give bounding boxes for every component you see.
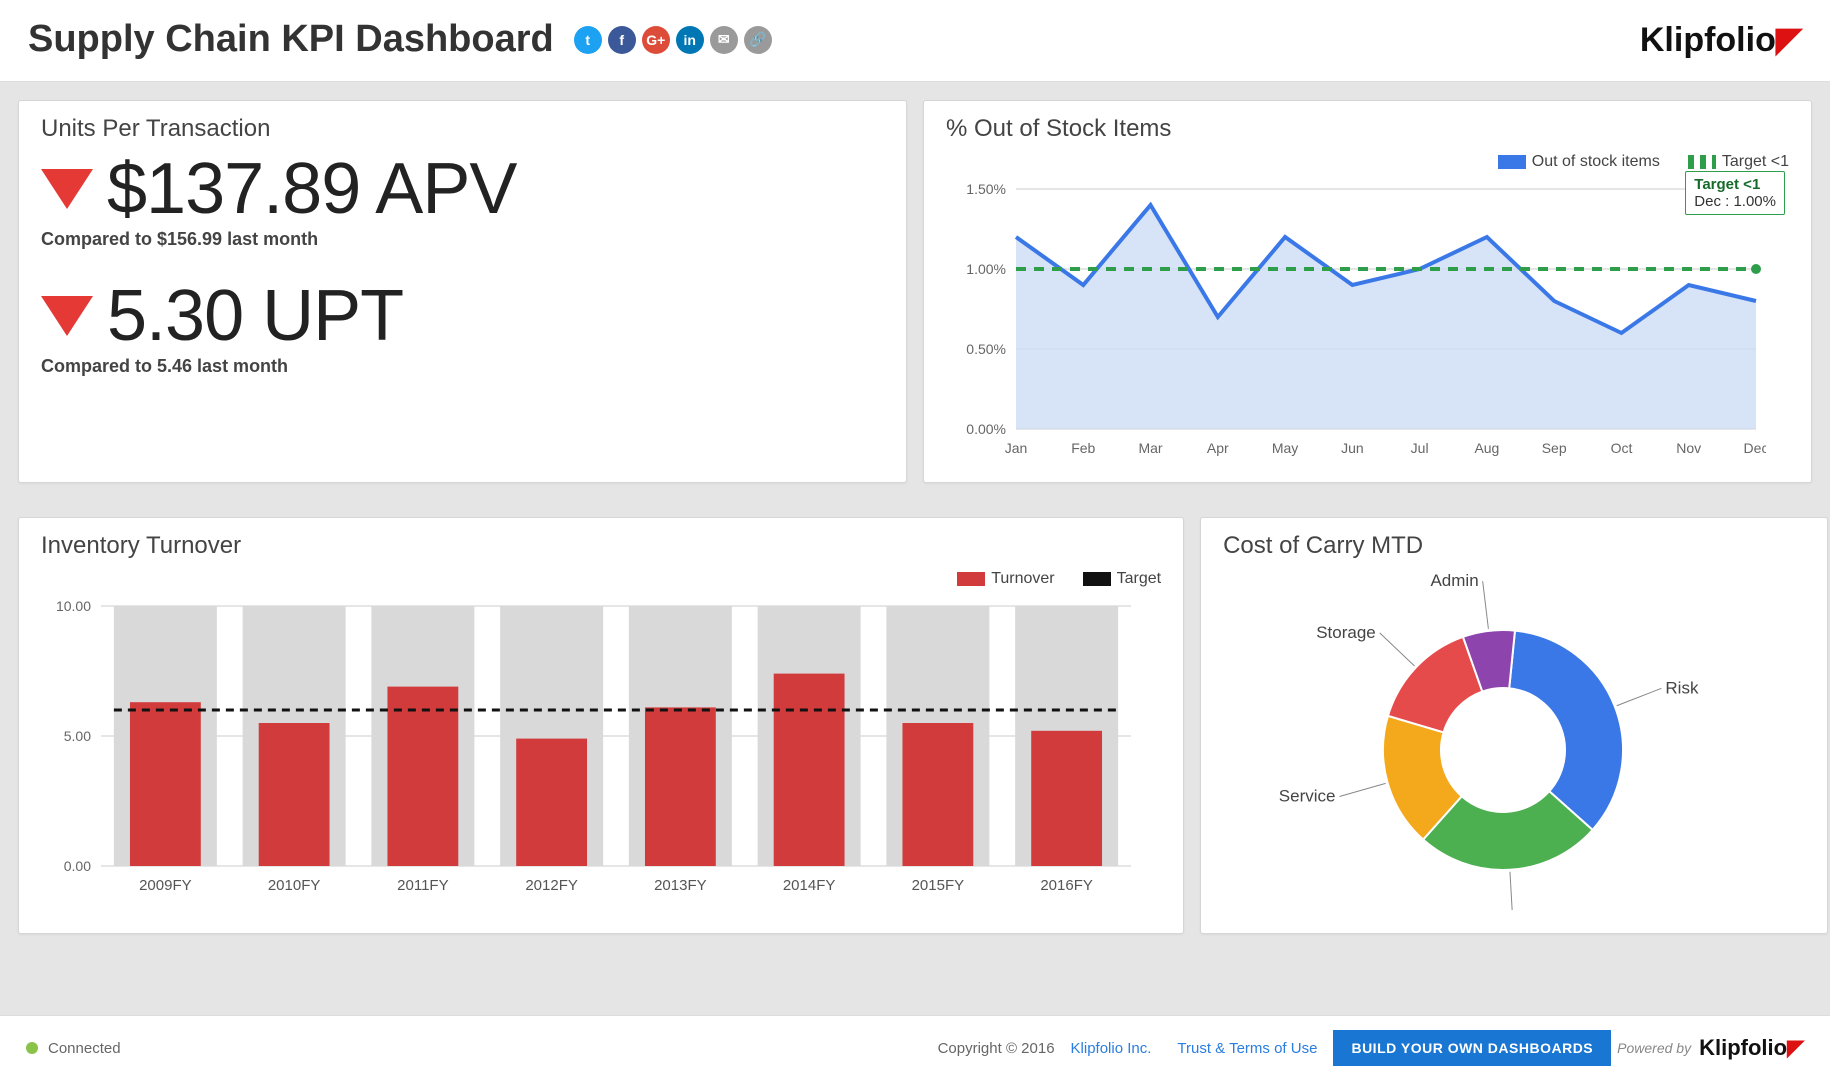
svg-text:Sep: Sep bbox=[1542, 440, 1567, 456]
svg-text:Oct: Oct bbox=[1611, 440, 1633, 456]
card-title: Inventory Turnover bbox=[41, 532, 1161, 560]
svg-text:0.00: 0.00 bbox=[64, 858, 91, 874]
out-of-stock-chart[interactable]: 0.00% 0.50% 1.00% 1.50% Jan Feb Mar Apr May Jun Ju… bbox=[946, 179, 1766, 459]
svg-text:2014FY: 2014FY bbox=[783, 877, 836, 894]
svg-text:1.00%: 1.00% bbox=[966, 261, 1006, 277]
legend-series: Turnover bbox=[991, 570, 1054, 587]
upt-value: 5.30 UPT bbox=[107, 280, 403, 352]
svg-text:2011FY: 2011FY bbox=[397, 877, 448, 894]
svg-text:Dec: Dec bbox=[1744, 440, 1766, 456]
cost-of-carry-chart[interactable]: RiskFreightServiceStorageAdmin bbox=[1223, 570, 1783, 910]
email-icon[interactable]: ✉ bbox=[710, 26, 738, 54]
link-icon[interactable]: 🔗 bbox=[744, 26, 772, 54]
upt-compare: Compared to 5.46 last month bbox=[41, 356, 884, 377]
card-cost-of-carry: Cost of Carry MTD RiskFreightServiceStor… bbox=[1200, 517, 1828, 934]
card-title: Cost of Carry MTD bbox=[1223, 532, 1805, 560]
svg-text:Storage: Storage bbox=[1316, 623, 1376, 642]
status-dot-icon bbox=[26, 1042, 38, 1054]
powered-by: Powered by bbox=[1617, 1040, 1691, 1056]
card-out-of-stock: % Out of Stock Items Out of stock items … bbox=[923, 100, 1812, 483]
svg-text:Jul: Jul bbox=[1411, 440, 1429, 456]
twitter-icon[interactable]: t bbox=[574, 26, 602, 54]
svg-text:5.00: 5.00 bbox=[64, 728, 91, 744]
connection-status: Connected bbox=[26, 1040, 121, 1057]
brand-logo-small: Klipfolio◤ bbox=[1699, 1035, 1804, 1061]
svg-text:Service: Service bbox=[1279, 786, 1336, 805]
svg-text:Feb: Feb bbox=[1071, 440, 1095, 456]
page-title: Supply Chain KPI Dashboard bbox=[28, 18, 554, 61]
build-dashboards-button[interactable]: BUILD YOUR OWN DASHBOARDS bbox=[1333, 1030, 1611, 1066]
social-share: t f G+ in ✉ 🔗 bbox=[574, 26, 772, 54]
legend-target: Target bbox=[1117, 570, 1161, 587]
card-title: % Out of Stock Items bbox=[946, 115, 1789, 143]
trend-down-icon bbox=[41, 296, 93, 336]
card-title: Units Per Transaction bbox=[41, 115, 884, 143]
svg-text:Jan: Jan bbox=[1005, 440, 1028, 456]
linkedin-icon[interactable]: in bbox=[676, 26, 704, 54]
svg-text:2013FY: 2013FY bbox=[654, 877, 707, 894]
header: Supply Chain KPI Dashboard t f G+ in ✉ 🔗… bbox=[0, 0, 1830, 82]
svg-text:2012FY: 2012FY bbox=[525, 877, 578, 894]
svg-text:2009FY: 2009FY bbox=[139, 877, 192, 894]
inventory-turnover-chart[interactable]: 0.00 5.00 10.00 2009FY 2010FY 2011FY 2012FY 201… bbox=[41, 596, 1141, 896]
svg-text:0.00%: 0.00% bbox=[966, 421, 1006, 437]
svg-text:0.50%: 0.50% bbox=[966, 341, 1006, 357]
svg-text:Apr: Apr bbox=[1207, 440, 1229, 456]
legend: Out of stock items Target <1 bbox=[946, 153, 1789, 171]
card-units-per-transaction: Units Per Transaction $137.89 APV Compar… bbox=[18, 100, 907, 483]
svg-text:2016FY: 2016FY bbox=[1040, 877, 1093, 894]
apv-value: $137.89 APV bbox=[107, 153, 516, 225]
svg-text:Risk: Risk bbox=[1666, 678, 1700, 697]
apv-compare: Compared to $156.99 last month bbox=[41, 229, 884, 250]
svg-text:2015FY: 2015FY bbox=[912, 877, 965, 894]
svg-text:May: May bbox=[1272, 440, 1298, 456]
svg-text:Nov: Nov bbox=[1676, 440, 1701, 456]
google-plus-icon[interactable]: G+ bbox=[642, 26, 670, 54]
svg-text:2010FY: 2010FY bbox=[268, 877, 321, 894]
legend-series: Out of stock items bbox=[1532, 153, 1660, 170]
svg-text:10.00: 10.00 bbox=[56, 598, 91, 614]
company-link[interactable]: Klipfolio Inc. bbox=[1071, 1040, 1152, 1057]
trend-down-icon bbox=[41, 169, 93, 209]
brand-logo: Klipfolio◤ bbox=[1640, 20, 1802, 60]
legend: Turnover Target bbox=[41, 570, 1161, 588]
svg-text:Admin: Admin bbox=[1431, 571, 1479, 590]
svg-text:1.50%: 1.50% bbox=[966, 181, 1006, 197]
card-inventory-turnover: Inventory Turnover Turnover Target 0.00 5… bbox=[18, 517, 1184, 934]
svg-text:Mar: Mar bbox=[1138, 440, 1162, 456]
facebook-icon[interactable]: f bbox=[608, 26, 636, 54]
legend-target: Target <1 bbox=[1722, 153, 1789, 170]
footer: Connected Copyright © 2016 Klipfolio Inc… bbox=[0, 1015, 1830, 1080]
svg-text:Aug: Aug bbox=[1474, 440, 1499, 456]
terms-link[interactable]: Trust & Terms of Use bbox=[1177, 1040, 1317, 1057]
svg-text:Jun: Jun bbox=[1341, 440, 1364, 456]
chart-tooltip: Target <1 Dec : 1.00% bbox=[1685, 171, 1785, 215]
copyright: Copyright © 2016 bbox=[938, 1040, 1055, 1057]
